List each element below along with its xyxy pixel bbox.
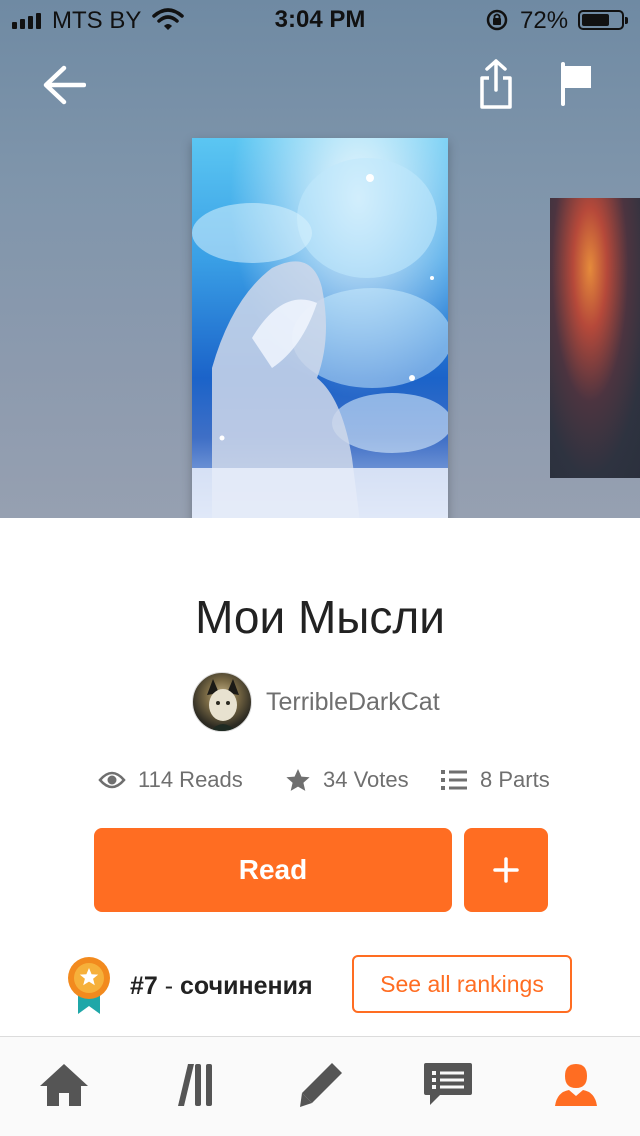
messages-icon xyxy=(424,1063,472,1105)
battery-percent: 72% xyxy=(520,7,569,34)
cover-art xyxy=(192,138,448,518)
tab-home[interactable] xyxy=(32,1055,96,1115)
see-all-rankings-button[interactable]: See all rankings xyxy=(352,955,572,1013)
medal-icon xyxy=(68,957,110,1014)
ranking-position: #7 xyxy=(130,971,158,1000)
home-icon xyxy=(40,1064,88,1106)
ranking-category: сочинения xyxy=(180,971,313,1000)
list-icon xyxy=(441,770,467,790)
author-avatar[interactable] xyxy=(192,672,252,732)
back-button[interactable] xyxy=(36,60,92,110)
read-button[interactable]: Read xyxy=(94,828,452,912)
battery-icon xyxy=(578,10,628,30)
ranking-info: #7 - сочинения xyxy=(66,956,313,1016)
ranking-separator: - xyxy=(157,971,181,1000)
eye-icon xyxy=(98,771,126,789)
library-icon xyxy=(178,1064,212,1106)
story-cover[interactable] xyxy=(192,138,448,518)
next-story-cover[interactable] xyxy=(550,198,640,478)
share-button[interactable] xyxy=(472,56,520,112)
story-title: Мои Мысли xyxy=(195,591,445,643)
plus-icon xyxy=(493,857,519,883)
report-button[interactable] xyxy=(552,58,600,110)
tab-profile[interactable] xyxy=(544,1055,608,1115)
add-to-library-button[interactable] xyxy=(464,828,548,912)
ranking-text: #7 - сочинения xyxy=(130,972,313,1001)
rotation-lock-icon xyxy=(486,9,508,31)
reads-stat: 114 Reads xyxy=(98,762,243,798)
flag-icon xyxy=(561,62,591,106)
profile-icon xyxy=(555,1064,597,1106)
write-icon xyxy=(300,1063,342,1107)
share-icon xyxy=(480,59,512,109)
header-background xyxy=(0,0,640,518)
parts-count: 8 Parts xyxy=(480,767,550,792)
tab-bar xyxy=(0,1036,640,1136)
tab-library[interactable] xyxy=(160,1055,224,1115)
votes-stat: 34 Votes xyxy=(285,762,409,798)
author-link[interactable]: TerribleDarkCat xyxy=(192,672,440,732)
votes-count: 34 Votes xyxy=(323,767,409,792)
arrow-left-icon xyxy=(43,65,86,105)
tab-messages[interactable] xyxy=(416,1055,480,1115)
status-bar: MTS BY 3:04 PM 72% xyxy=(0,0,640,40)
tab-write[interactable] xyxy=(288,1055,352,1115)
star-icon xyxy=(286,769,310,791)
author-name[interactable]: TerribleDarkCat xyxy=(266,688,440,717)
story-stats: 114 Reads 34 Votes 8 Parts xyxy=(0,762,640,798)
reads-count: 114 Reads xyxy=(138,767,243,792)
parts-stat: 8 Parts xyxy=(440,762,550,798)
avatar-image xyxy=(207,679,239,731)
